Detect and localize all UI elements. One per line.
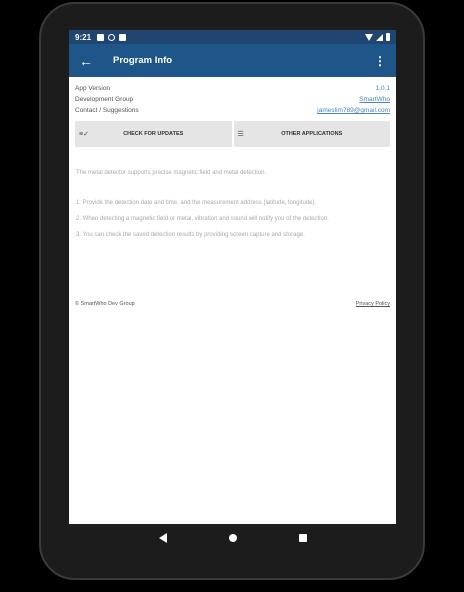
battery-icon bbox=[386, 33, 390, 41]
version-label: App Version bbox=[75, 85, 111, 92]
feature-item: 3. You can check the saved detection res… bbox=[76, 232, 305, 238]
signal-icon bbox=[376, 33, 383, 41]
nav-home-icon[interactable] bbox=[228, 534, 237, 542]
update-list-icon: ≡✓ bbox=[79, 131, 89, 138]
footer: © SmartWho Dev Group Privacy Policy bbox=[75, 301, 390, 307]
contact-label: Contact / Suggestions bbox=[75, 107, 139, 114]
feature-item: 2. When detecting a magnetic field or me… bbox=[76, 216, 329, 222]
status-bar: 9:21 bbox=[69, 30, 396, 44]
action-buttons: ≡✓ CHECK FOR UPDATES ☰ OTHER APPLICATION… bbox=[75, 121, 390, 147]
copyright-text: © SmartWho Dev Group bbox=[75, 301, 135, 307]
page-title: Program Info bbox=[113, 55, 173, 66]
more-vert-icon[interactable]: ⋮ bbox=[374, 55, 386, 67]
feature-item: 1. Provide the detection date and time, … bbox=[76, 200, 317, 206]
nav-back-icon[interactable] bbox=[158, 533, 167, 543]
other-apps-button[interactable]: ☰ OTHER APPLICATIONS bbox=[233, 121, 390, 147]
info-row-contact: Contact / Suggestions jameslim789@gmail.… bbox=[75, 105, 390, 116]
check-updates-button[interactable]: ≡✓ CHECK FOR UPDATES bbox=[75, 121, 232, 147]
sd-card-icon bbox=[119, 33, 127, 41]
app-description: The metal detector supports precise magn… bbox=[76, 170, 267, 176]
info-row-version: App Version 1.0.1 bbox=[75, 83, 390, 94]
dev-group-link[interactable]: SmartWho bbox=[359, 96, 390, 103]
status-time: 9:21 bbox=[75, 32, 92, 42]
arrow-back-icon[interactable]: ← bbox=[79, 53, 101, 69]
info-row-dev-group: Development Group SmartWho bbox=[75, 94, 390, 105]
app-screen: 9:21 ← Program Info ⋮ App Version 1.0.1 … bbox=[69, 30, 396, 524]
contact-email-link[interactable]: jameslim789@gmail.com bbox=[317, 107, 390, 114]
navigation-bar bbox=[69, 524, 396, 552]
app-bar: ← Program Info ⋮ bbox=[69, 44, 396, 77]
version-value: 1.0.1 bbox=[375, 85, 390, 92]
check-updates-label: CHECK FOR UPDATES bbox=[123, 131, 184, 137]
list-icon: ☰ bbox=[237, 131, 244, 138]
nav-recents-icon[interactable] bbox=[298, 534, 307, 542]
other-apps-label: OTHER APPLICATIONS bbox=[281, 131, 343, 137]
sync-icon bbox=[108, 33, 116, 41]
notification-icon bbox=[97, 33, 105, 41]
feature-list: 1. Provide the detection date and time, … bbox=[75, 200, 390, 248]
wifi-icon bbox=[365, 33, 373, 41]
dev-group-label: Development Group bbox=[75, 96, 134, 103]
content: App Version 1.0.1 Development Group Smar… bbox=[69, 77, 396, 307]
privacy-policy-link[interactable]: Privacy Policy bbox=[356, 301, 390, 307]
